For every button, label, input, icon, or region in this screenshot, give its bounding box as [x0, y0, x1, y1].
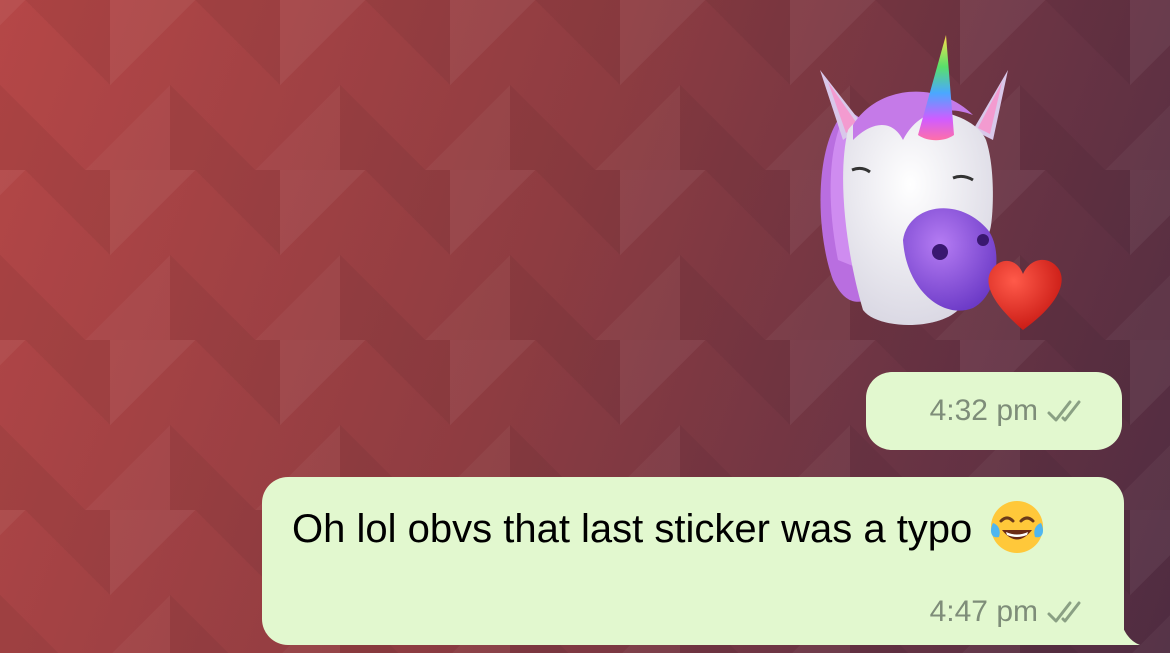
chat-area[interactable]: 4:32 pm Oh lol obvs that last sticker wa… [0, 0, 1170, 653]
sticker-meta-bubble[interactable]: 4:32 pm [866, 372, 1122, 450]
bubble-tail [1110, 619, 1140, 645]
unicorn-sticker[interactable] [808, 30, 1068, 340]
message-time-text: 4:47 pm [929, 595, 1038, 628]
sticker-timestamp: 4:32 pm [930, 394, 1090, 428]
message-timestamp: 4:47 pm [930, 595, 1090, 629]
double-check-icon [1046, 398, 1090, 424]
message-text-content: Oh lol obvs that last sticker was a typo [292, 507, 973, 551]
double-check-icon [1046, 599, 1090, 625]
message-text: Oh lol obvs that last sticker was a typo [292, 501, 1082, 561]
sticker-time-text: 4:32 pm [929, 394, 1038, 427]
unicorn-kiss-heart-icon [820, 35, 1062, 330]
message-bubble[interactable]: Oh lol obvs that last sticker was a typo… [262, 477, 1140, 645]
face-with-tears-of-joy-icon [987, 497, 1047, 557]
